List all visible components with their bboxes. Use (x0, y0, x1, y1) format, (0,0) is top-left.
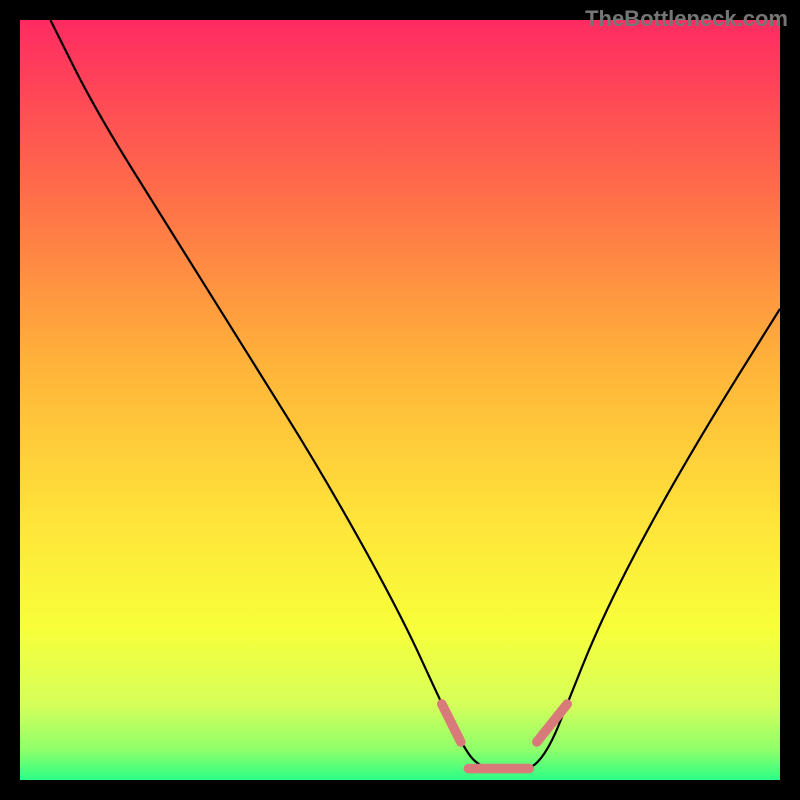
plot-area (20, 20, 780, 780)
bottleneck-curve (50, 20, 780, 771)
watermark-text: TheBottleneck.com (585, 6, 788, 32)
optimal-zone-markers (442, 704, 567, 769)
curve-layer (20, 20, 780, 780)
